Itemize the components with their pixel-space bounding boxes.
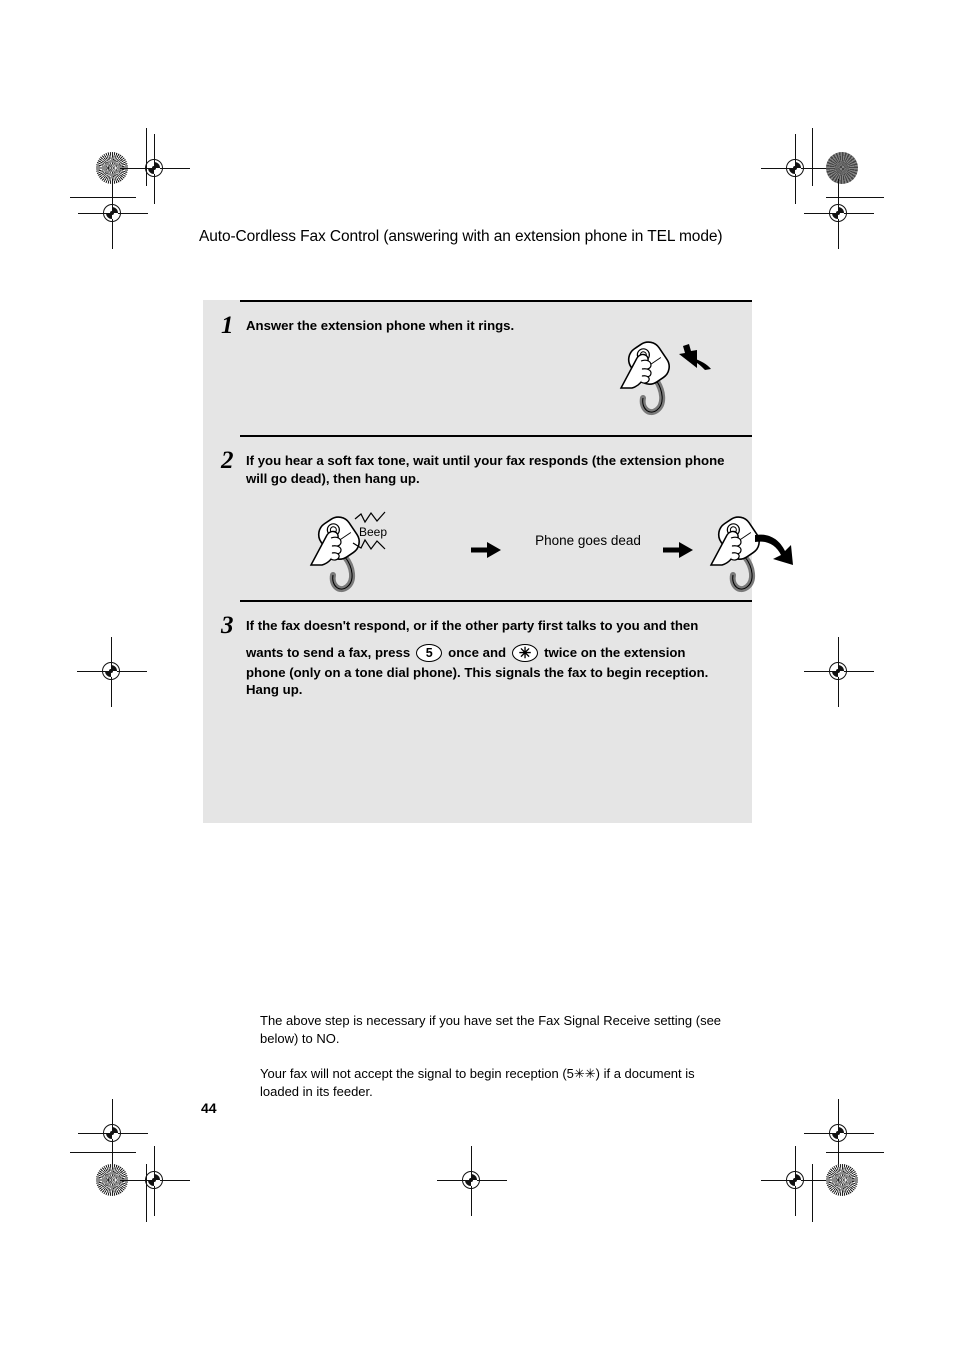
registration-target-bottom-right [761,1146,831,1216]
step-3-line-2: wants to send a fax, press 5 once and ✳ … [246,643,738,662]
flow-arrow-1 [471,541,501,564]
note-2: Your fax will not accept the signal to b… [260,1065,695,1099]
step-3-press-label: wants to send a fax, press [246,644,411,660]
flow-arrow-2 [663,541,693,564]
arrow-right-icon [471,542,501,558]
hand-hanging-up-handset-icon [709,516,793,593]
note-1: The above step is necessary if you have … [260,1013,722,1046]
registration-target-bottom-left [120,1146,190,1216]
illustration-fax-tone-flow: Beep Phone goes dead [293,503,793,603]
hangup-phone-illustration [693,501,813,606]
registration-target-left-upper [78,179,148,249]
arrow-down-right-icon [755,534,793,565]
arrow-right-icon [663,542,693,558]
arrow-up-left-icon [679,344,711,370]
beep-label: Beep [359,525,387,539]
page-title: Auto-Cordless Fax Control (answering wit… [199,228,723,245]
step-1-text: Answer the extension phone when it rings… [246,318,515,333]
hand-holding-handset-beeping-icon: Beep [309,511,387,593]
step-3-line-3: phone (only on a tone dial phone). This … [246,664,709,698]
registration-target-left-middle [77,637,147,707]
illustration-answer-phone [601,328,721,423]
step-3-number: 3 [221,612,234,639]
phone-goes-dead-label: Phone goes dead [535,533,641,548]
registration-target-top-left [120,134,190,204]
registration-target-right-upper [804,179,874,249]
registration-target-top-right [761,134,831,204]
step-3-twice-label: twice on the extension [544,644,686,660]
page-number: 44 [201,1100,217,1116]
trim-line-bottom-left-horizontal [70,1152,136,1153]
step-3-line-1: If the fax doesn't respond, or if the ot… [246,618,699,633]
solid-density-dot-top-right [826,152,858,184]
registration-target-right-middle [804,637,874,707]
trim-line-top-left-horizontal [70,197,136,198]
key-5-icon[interactable]: 5 [416,643,443,662]
panel-divider-step2 [240,435,752,437]
key-asterisk-icon[interactable]: ✳ [512,643,539,662]
registration-target-left-lower [78,1099,148,1169]
step-3-text: If the fax doesn't respond, or if the ot… [246,617,738,699]
step-1-number: 1 [221,312,234,339]
step-2-number: 2 [221,447,234,474]
step-3-once-label: once and [448,644,507,660]
step-2-text: If you hear a soft fax tone, wait until … [246,453,725,486]
hand-lifting-handset-icon [619,341,711,416]
registration-target-right-lower [804,1099,874,1169]
star-density-dot-bottom-right [826,1164,858,1196]
instruction-panel: 1 Answer the extension phone when it rin… [203,300,793,1099]
trim-line-bottom-right-horizontal [826,1152,884,1153]
step-3-notes: The above step is necessary if you have … [260,1012,736,1101]
panel-divider-top [240,300,752,302]
trim-line-top-right-vertical [812,128,813,186]
beeping-phone-illustration: Beep [293,503,413,608]
registration-target-bottom-center [437,1146,507,1216]
trim-line-bottom-right-vertical [812,1164,813,1222]
